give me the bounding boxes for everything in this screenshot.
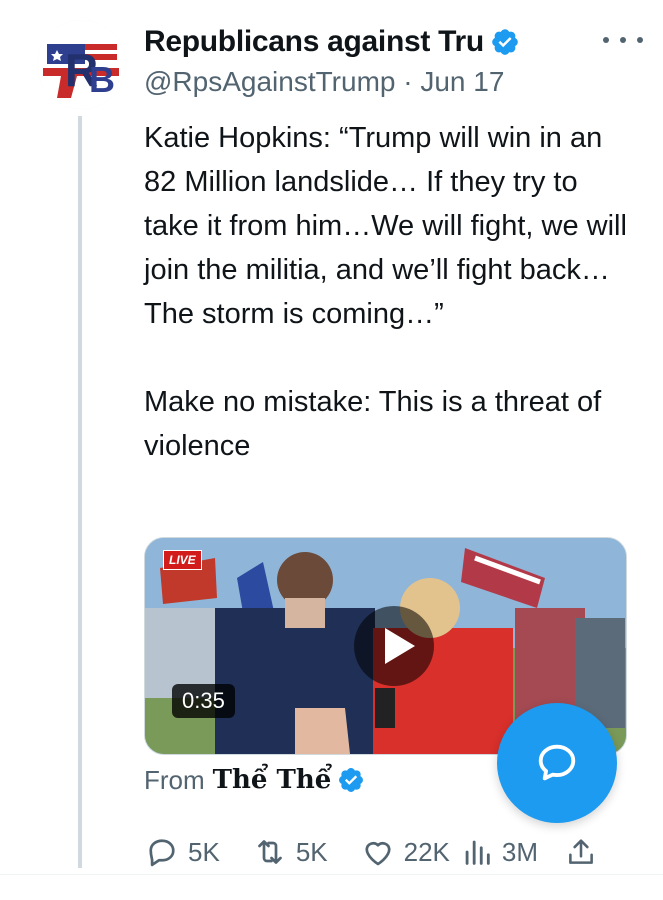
repost-count: 5K [295,836,328,867]
more-options-button[interactable] [603,28,643,52]
avatar-logo-image: R B [37,20,126,109]
like-button[interactable]: 22K [360,834,450,870]
verified-badge-icon[interactable] [490,27,520,57]
speech-bubble-icon [538,744,576,781]
handle[interactable]: @RpsAgainstTrump [144,66,395,97]
timestamp[interactable]: Jun 17 [420,66,504,97]
divider [0,874,663,875]
repost-icon [257,840,282,864]
compose-reply-button[interactable] [497,703,617,823]
views-button[interactable]: 3M [460,834,538,870]
reply-button[interactable]: 5K [144,834,220,870]
avatar[interactable]: R B [37,20,126,109]
svg-text:B: B [89,59,115,100]
analytics-icon [465,840,490,865]
thread-line [78,116,82,868]
name-row: Republicans against Tru [144,20,651,64]
verified-badge-icon [339,768,364,792]
view-count: 3M [501,836,539,867]
action-bar: 5K 5K 22K 3M [144,830,624,874]
live-badge: LIVE [163,550,202,570]
repost-button[interactable]: 5K [252,834,328,870]
handle-row: @RpsAgainstTrump · Jun 17 [144,66,651,98]
heart-icon [365,842,391,866]
reply-icon [149,839,175,867]
tweet-text: Katie Hopkins: “Trump will win in an 82 … [144,122,627,462]
video-duration: 0:35 [172,684,235,718]
reply-count: 5K [188,836,220,867]
tweet-header: Republicans against Tru @RpsAgainstTrump… [144,20,651,110]
dot-icon [637,37,643,43]
from-label: From [144,764,205,795]
share-icon [569,839,593,864]
separator: · [403,66,413,97]
like-count: 22K [403,836,450,867]
dot-icon [620,37,626,43]
display-name[interactable]: Republicans against Tru [144,25,484,59]
source-account-name[interactable]: Thể Thể [213,765,332,795]
play-button[interactable] [354,606,434,686]
video-attribution[interactable]: From Thể Thể [144,760,365,800]
share-button[interactable] [564,834,598,870]
dot-icon [603,37,609,43]
